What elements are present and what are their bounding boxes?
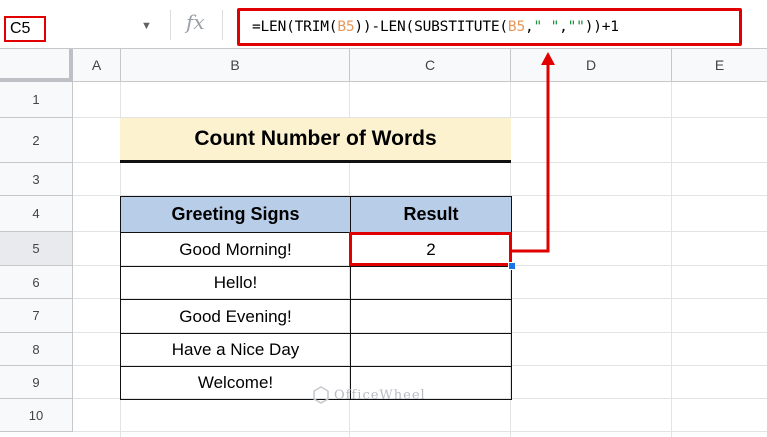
annotation-arrow — [512, 52, 555, 253]
watermark-logo-icon — [313, 386, 329, 404]
watermark: OfficeWheel — [334, 388, 426, 403]
arrow-line — [512, 62, 550, 253]
arrow-head — [541, 52, 555, 65]
